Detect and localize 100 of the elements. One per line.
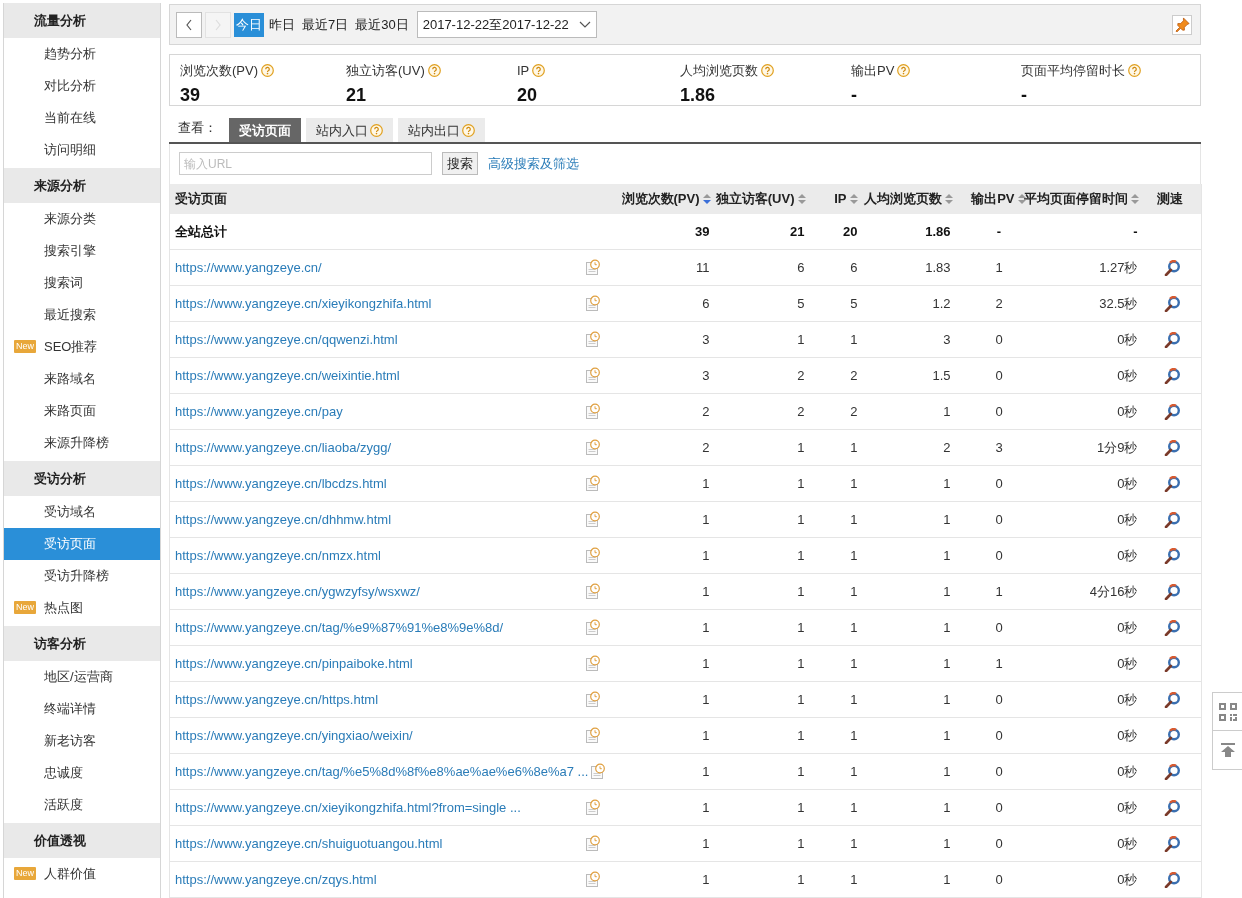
magnifier-icon <box>1163 259 1180 276</box>
column-header[interactable]: 独立访客(UV) <box>715 188 795 209</box>
page-url-link[interactable]: https://www.yangzeye.cn/liaoba/zygg/ <box>175 437 392 458</box>
page-url-link[interactable]: https://www.yangzeye.cn/nmzx.html <box>175 545 381 566</box>
date-range-button[interactable]: 最近30日 <box>353 12 411 37</box>
speed-test-button[interactable] <box>1163 763 1180 780</box>
table-cell: 1 <box>850 511 858 527</box>
speed-test-button[interactable] <box>1163 511 1180 528</box>
sidebar-item[interactable]: 终端详情 <box>4 693 160 725</box>
sidebar-item[interactable]: 活跃度 <box>4 789 160 821</box>
page-url-link[interactable]: https://www.yangzeye.cn/ygwzyfsy/wsxwz/ <box>175 581 420 602</box>
sidebar-item[interactable]: New 热点图 <box>4 592 160 624</box>
table-cell: 1 <box>850 763 858 779</box>
new-badge: New <box>14 340 36 353</box>
page-url-link[interactable]: https://www.yangzeye.cn/shuiguotuangou.html <box>175 833 443 854</box>
sidebar-item[interactable]: 来路页面 <box>4 395 160 427</box>
speed-test-button[interactable] <box>1163 871 1180 888</box>
sidebar-item[interactable]: New SEO推荐 <box>4 331 160 363</box>
speed-test-button[interactable] <box>1163 403 1180 420</box>
sidebar-item[interactable]: 来路域名 <box>4 363 160 395</box>
table-cell: 3 <box>702 367 710 383</box>
page-url-link[interactable]: https://www.yangzeye.cn/xieyikongzhifa.html?from=single ... <box>175 797 521 818</box>
table-cell-text: - <box>995 222 1003 241</box>
speed-test-button[interactable] <box>1163 475 1180 492</box>
sidebar-item[interactable]: 来源升降榜 <box>4 427 160 459</box>
sidebar-item[interactable]: 受访升降榜 <box>4 560 160 592</box>
table-cell: 0秒 <box>1117 367 1138 383</box>
page-url-link[interactable]: https://www.yangzeye.cn/xieyikongzhifa.html <box>175 293 432 314</box>
table-cell: 1 <box>943 475 951 491</box>
sidebar-item[interactable]: 最近搜索 <box>4 299 160 331</box>
table-cell: 0秒 <box>1117 835 1138 851</box>
clock-document-icon <box>584 691 600 708</box>
sidebar-item[interactable]: 对比分析 <box>4 70 160 102</box>
column-header[interactable]: IP <box>834 188 847 209</box>
sidebar-item[interactable]: 搜索词 <box>4 267 160 299</box>
sidebar-item[interactable]: 当前在线 <box>4 102 160 134</box>
page-url-link[interactable]: https://www.yangzeye.cn/yingxiao/weixin/ <box>175 725 413 746</box>
sidebar-item[interactable]: 新老访客 <box>4 725 160 757</box>
speed-test-button[interactable] <box>1163 259 1180 276</box>
page-url-link[interactable]: https://www.yangzeye.cn/pay <box>175 401 343 422</box>
table-cell: 1分9秒 <box>1097 439 1138 455</box>
speed-test-button[interactable] <box>1163 331 1180 348</box>
advanced-search-link[interactable]: 高级搜索及筛选 <box>488 154 579 174</box>
url-input-field[interactable]: 输入URL <box>179 152 432 176</box>
date-range-dropdown[interactable]: 2017-12-22至2017-12-22 <box>416 11 597 39</box>
sidebar-item[interactable]: 受访域名 <box>4 496 160 528</box>
page-url-link[interactable]: https://www.yangzeye.cn/tag/%e5%8d%8f%e8%ae%ae%e6%8e%a7 ... <box>175 761 589 782</box>
view-tab[interactable]: 站内入口 <box>306 118 393 143</box>
page-url-link[interactable]: https://www.yangzeye.cn/weixintie.html <box>175 365 400 386</box>
speed-test-button[interactable] <box>1163 583 1180 600</box>
column-header[interactable]: 平均页面停留时间 <box>1023 188 1128 209</box>
page-url-link[interactable]: https://www.yangzeye.cn/https.html <box>175 689 379 710</box>
speed-test-button[interactable] <box>1163 799 1180 816</box>
view-tab[interactable]: 受访页面 <box>229 118 301 143</box>
page-url-link[interactable]: https://www.yangzeye.cn/lbcdzs.html <box>175 473 387 494</box>
pin-button[interactable] <box>1172 14 1192 35</box>
clock-document-icon <box>584 835 600 852</box>
view-tab[interactable]: 站内出口 <box>398 118 485 143</box>
table-cell-text: 0 <box>994 546 1004 565</box>
sidebar-item[interactable]: 搜索引擎 <box>4 235 160 267</box>
table-cell-text: 0 <box>994 798 1004 817</box>
help-icon <box>1128 64 1141 78</box>
date-range-button[interactable]: 最近7日 <box>300 12 351 37</box>
speed-test-button[interactable] <box>1163 367 1180 384</box>
speed-test-button[interactable] <box>1163 727 1180 744</box>
page-url-link[interactable]: https://www.yangzeye.cn/ <box>175 257 322 278</box>
speed-test-button[interactable] <box>1163 619 1180 636</box>
sidebar-item[interactable]: 来源分类 <box>4 203 160 235</box>
page-url-link[interactable]: https://www.yangzeye.cn/pinpaiboke.html <box>175 653 413 674</box>
magnifier-icon <box>1163 691 1180 708</box>
page-url-link[interactable]: https://www.yangzeye.cn/qqwenzi.html <box>175 329 398 350</box>
speed-test-button[interactable] <box>1163 655 1180 672</box>
column-header[interactable]: 输出PV <box>971 188 1015 209</box>
column-header[interactable]: 测速 <box>1156 188 1183 209</box>
speed-test-button[interactable] <box>1163 547 1180 564</box>
pushpin-icon <box>1174 17 1190 33</box>
date-range-button[interactable]: 昨日 <box>267 12 297 37</box>
column-header[interactable]: 受访页面 <box>175 188 227 209</box>
page-url-link[interactable]: https://www.yangzeye.cn/tag/%e9%87%91%e8%9e%8d/ <box>175 617 504 638</box>
column-header[interactable]: 人均浏览页数 <box>863 188 942 209</box>
sidebar-item[interactable]: 访问明细 <box>4 134 160 166</box>
table-cell: 5 <box>850 295 858 311</box>
magnifier-icon <box>1163 403 1180 420</box>
page-url-link[interactable]: https://www.yangzeye.cn/zqys.html <box>175 869 377 890</box>
column-header[interactable]: 浏览次数(PV) <box>621 188 700 209</box>
table-cell: 1 <box>797 619 805 635</box>
page-url-link[interactable]: https://www.yangzeye.cn/dhhmw.html <box>175 509 392 530</box>
speed-test-button[interactable] <box>1163 835 1180 852</box>
sidebar-item[interactable]: 忠诚度 <box>4 757 160 789</box>
speed-test-button[interactable] <box>1163 691 1180 708</box>
table-cell: 0秒 <box>1117 331 1138 347</box>
sidebar-item[interactable]: New 人群价值 <box>4 858 160 890</box>
table-cell: 1 <box>797 511 805 527</box>
clock-document-icon <box>584 295 600 312</box>
help-icon <box>261 64 274 78</box>
speed-test-button[interactable] <box>1163 295 1180 312</box>
speed-test-button[interactable] <box>1163 439 1180 456</box>
sidebar-item[interactable]: 趋势分析 <box>4 38 160 70</box>
search-button[interactable]: 搜索 <box>442 152 478 176</box>
sidebar-item[interactable]: 地区/运营商 <box>4 661 160 693</box>
